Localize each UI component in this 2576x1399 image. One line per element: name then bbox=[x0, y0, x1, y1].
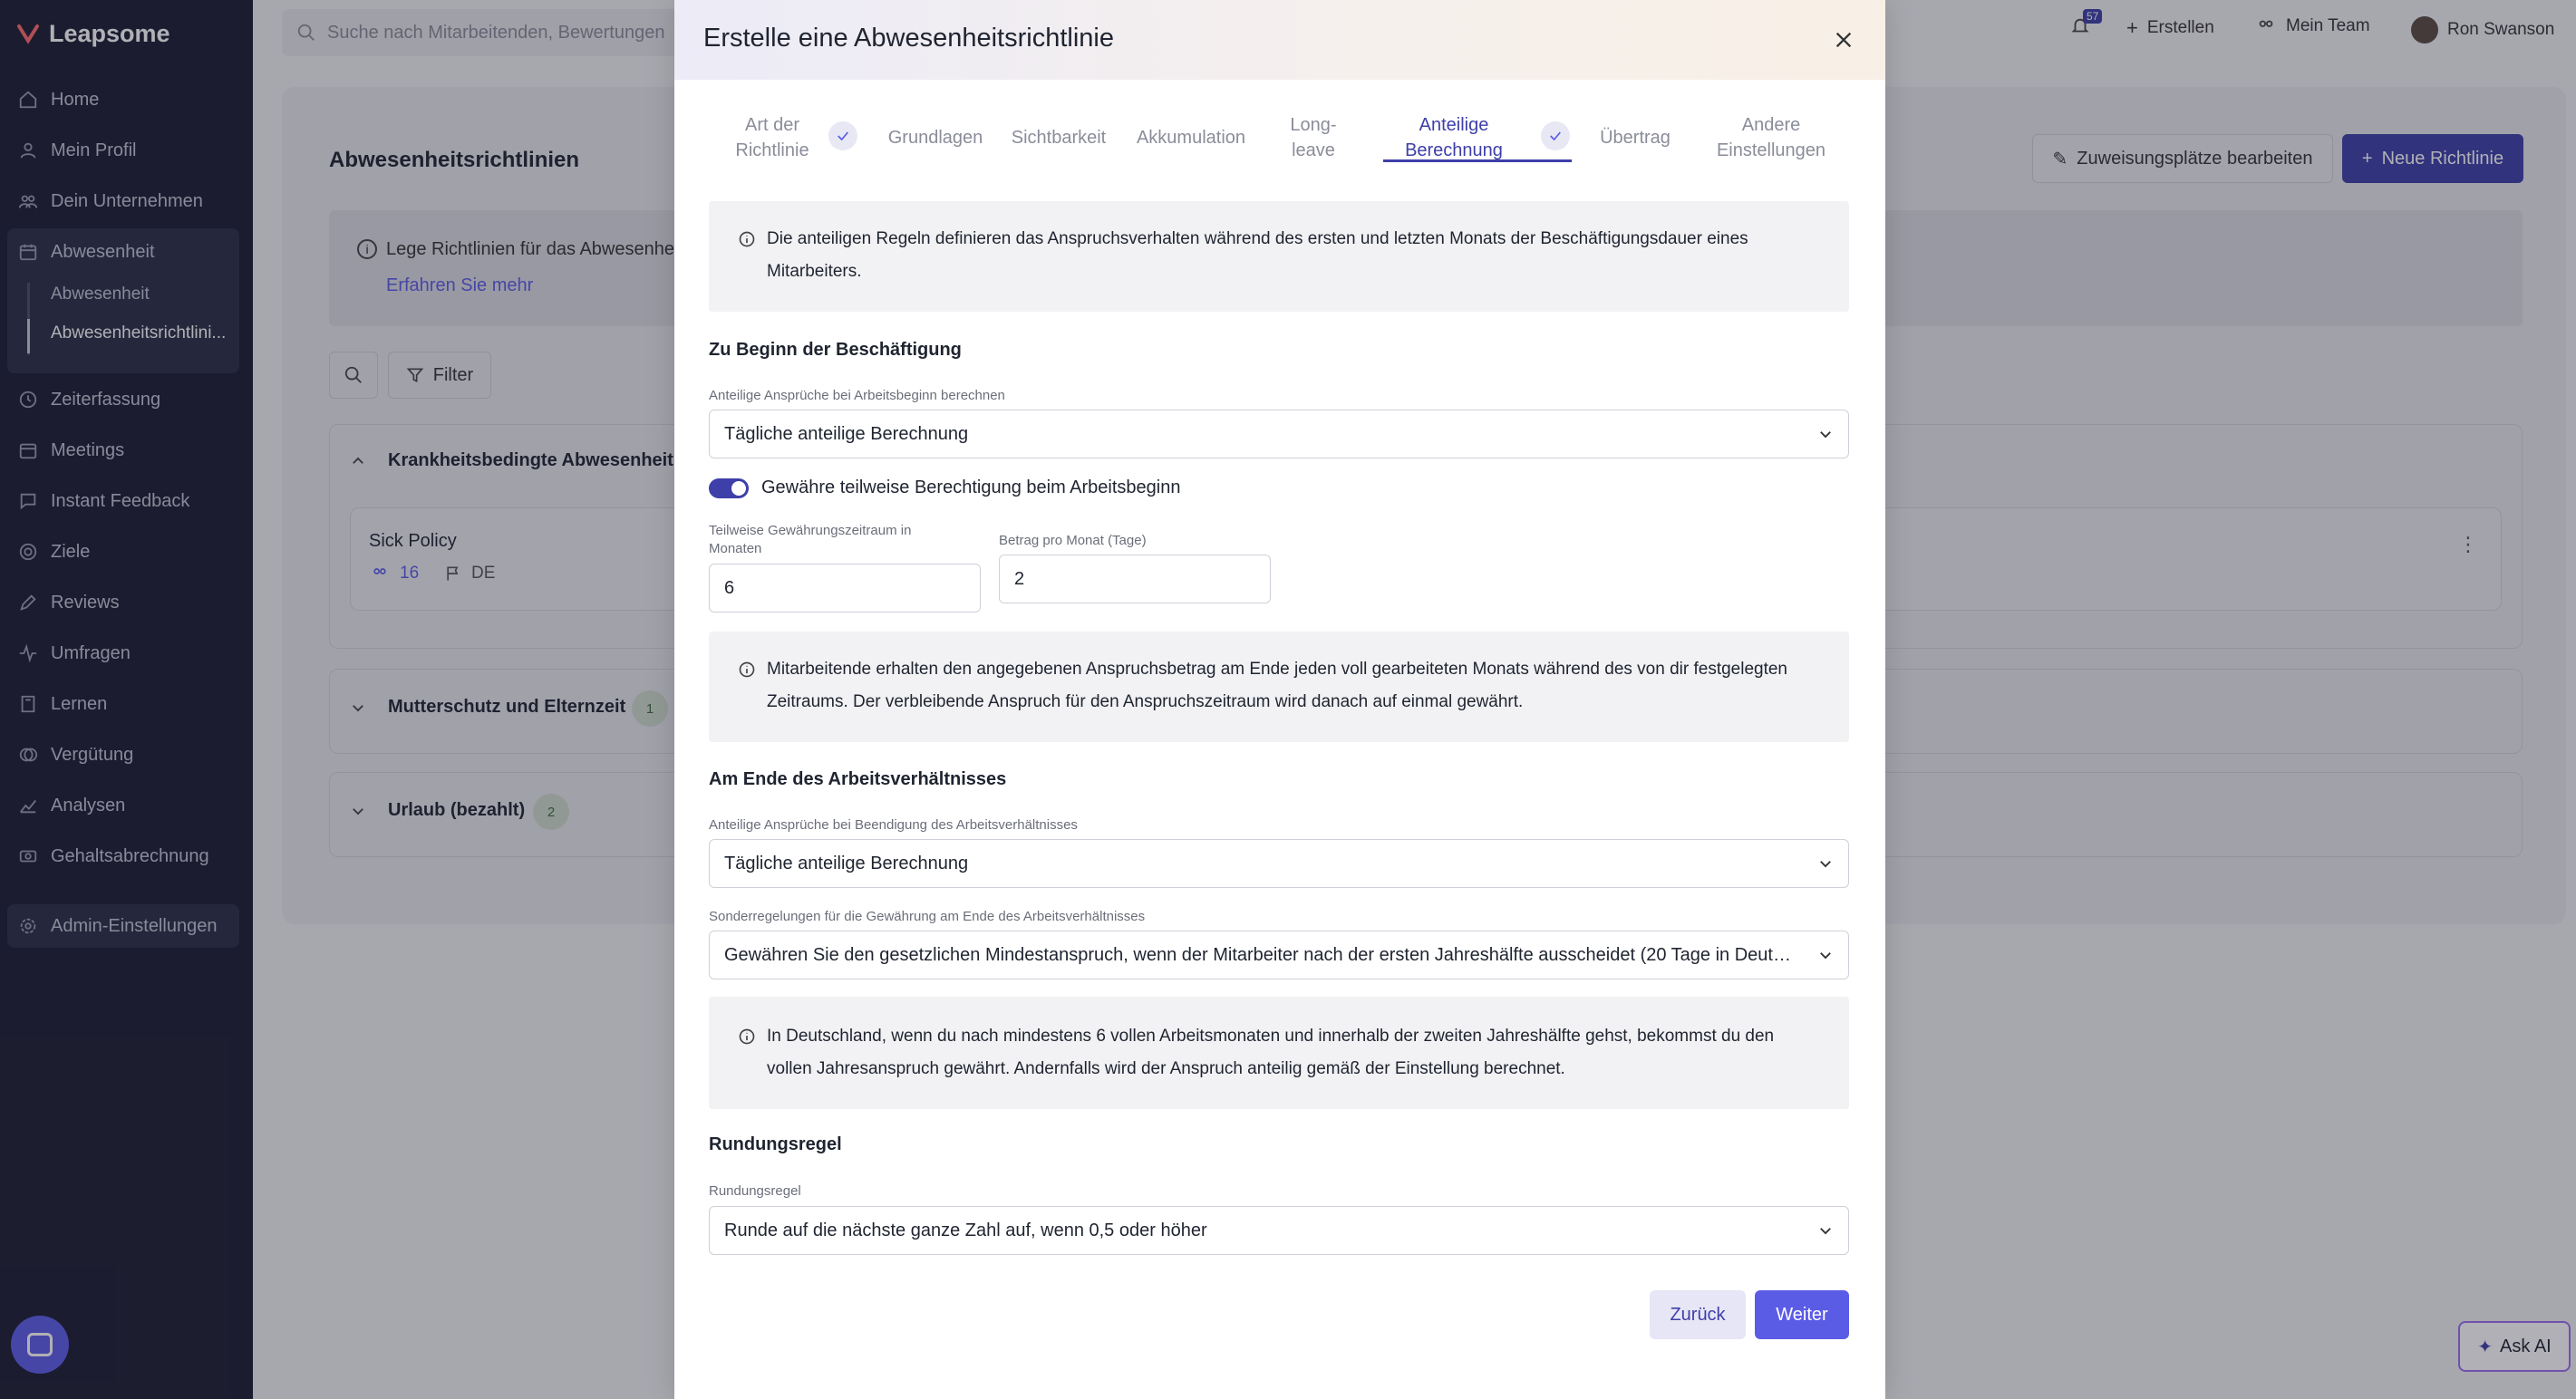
special-rule-select[interactable]: Gewähren Sie den gesetzlichen Mindestans… bbox=[709, 931, 1849, 979]
intro-note-text: Die anteiligen Regeln definieren das Ans… bbox=[767, 229, 1748, 281]
step-check-icon bbox=[1541, 121, 1570, 150]
rounding-label: Rundungsregel bbox=[709, 1183, 801, 1199]
start-calc-select[interactable]: Tägliche anteilige Berechnung bbox=[709, 410, 1849, 458]
rounding-select[interactable]: Runde auf die nächste ganze Zahl auf, we… bbox=[709, 1206, 1849, 1255]
chevron-down-icon bbox=[1820, 952, 1831, 960]
create-policy-modal: Erstelle eine Abwesenheitsrichtlinie Art… bbox=[674, 0, 1885, 1399]
step-prorated[interactable]: Anteilige Berechnung bbox=[1390, 112, 1517, 163]
section-title-end: Am Ende des Arbeitsverhältnisses bbox=[709, 769, 1007, 789]
intro-note: Die anteiligen Regeln definieren das Ans… bbox=[709, 201, 1849, 312]
end-note-text: In Deutschland, wenn du nach mindestens … bbox=[767, 1027, 1775, 1078]
step-policy-type[interactable]: Art der Richtlinie bbox=[721, 112, 823, 163]
period-input[interactable]: 6 bbox=[709, 564, 981, 613]
step-carryover[interactable]: Übertrag bbox=[1590, 125, 1680, 150]
next-button[interactable]: Weiter bbox=[1755, 1290, 1849, 1339]
section-title-rounding: Rundungsregel bbox=[709, 1134, 842, 1154]
step-check-icon bbox=[828, 121, 857, 150]
chevron-down-icon bbox=[1820, 431, 1831, 439]
start-note: Mitarbeitende erhalten den angegebenen A… bbox=[709, 632, 1849, 742]
rounding-value: Runde auf die nächste ganze Zahl auf, we… bbox=[724, 1220, 1207, 1240]
special-rule-value: Gewähren Sie den gesetzlichen Mindestans… bbox=[724, 944, 1817, 965]
special-rule-label: Sonderregelungen für die Gewährung am En… bbox=[709, 909, 1146, 924]
back-button[interactable]: Zurück bbox=[1650, 1290, 1746, 1339]
step-visibility[interactable]: Sichtbarkeit bbox=[1004, 125, 1113, 150]
step-long-leave[interactable]: Long-leave bbox=[1282, 112, 1345, 163]
modal-header: Erstelle eine Abwesenheitsrichtlinie bbox=[674, 0, 1885, 80]
end-calc-value: Tägliche anteilige Berechnung bbox=[724, 853, 969, 873]
close-icon bbox=[1835, 32, 1852, 48]
active-step-indicator bbox=[1383, 159, 1572, 162]
amount-label: Betrag pro Monat (Tage) bbox=[999, 533, 1147, 548]
end-calc-select[interactable]: Tägliche anteilige Berechnung bbox=[709, 839, 1849, 888]
end-calc-label: Anteilige Ansprüche bei Beendigung des A… bbox=[709, 817, 1078, 833]
partial-entitlement-label: Gewähre teilweise Berechtigung beim Arbe… bbox=[761, 478, 1181, 497]
modal-title: Erstelle eine Abwesenheitsrichtlinie bbox=[703, 24, 1114, 53]
end-note: In Deutschland, wenn du nach mindestens … bbox=[709, 997, 1849, 1109]
partial-entitlement-toggle[interactable] bbox=[709, 478, 749, 498]
step-basics[interactable]: Grundlagen bbox=[881, 125, 990, 150]
step-other-settings[interactable]: Andere Einstellungen bbox=[1715, 112, 1827, 163]
chevron-down-icon bbox=[1820, 1228, 1831, 1235]
start-note-text: Mitarbeitende erhalten den angegebenen A… bbox=[767, 660, 1788, 711]
period-label: Teilweise Gewährungszeitraum in Monaten bbox=[709, 523, 912, 556]
step-accumulation[interactable]: Akkumulation bbox=[1129, 125, 1253, 150]
info-icon bbox=[739, 231, 755, 247]
chevron-down-icon bbox=[1820, 861, 1831, 868]
section-title-start: Zu Beginn der Beschäftigung bbox=[709, 340, 962, 360]
start-calc-label: Anteilige Ansprüche bei Arbeitsbeginn be… bbox=[709, 388, 1005, 403]
info-icon bbox=[739, 1028, 755, 1045]
start-calc-value: Tägliche anteilige Berechnung bbox=[724, 423, 969, 444]
amount-value: 2 bbox=[1014, 568, 1025, 589]
amount-input[interactable]: 2 bbox=[999, 555, 1271, 603]
close-button[interactable] bbox=[1825, 22, 1862, 58]
period-value: 6 bbox=[724, 577, 735, 598]
info-icon bbox=[739, 661, 755, 678]
